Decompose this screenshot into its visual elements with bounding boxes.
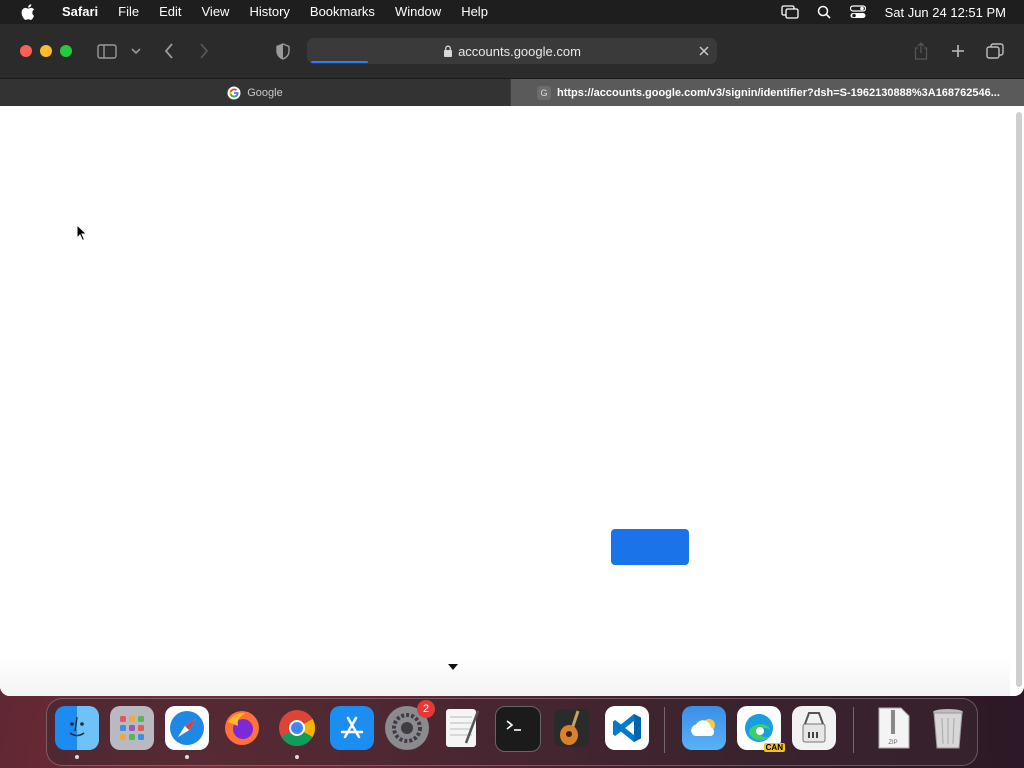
privacy-shield-icon[interactable]: [271, 39, 295, 63]
menu-clock[interactable]: Sat Jun 24 12:51 PM: [885, 5, 1006, 20]
dock-separator: [664, 707, 665, 753]
dock-separator: [853, 707, 854, 753]
minimize-window-button[interactable]: [40, 45, 52, 57]
dock-finder-icon[interactable]: [55, 706, 99, 759]
menu-view[interactable]: View: [192, 0, 240, 24]
tab-overview-icon[interactable]: [983, 39, 1007, 63]
dock-trash-icon[interactable]: [926, 706, 970, 750]
tab-favicon-placeholder: G: [537, 85, 551, 100]
web-page-content: [0, 106, 1024, 696]
running-indicator: [75, 755, 79, 759]
chevron-down-icon[interactable]: [124, 39, 148, 63]
dock-system-settings-icon[interactable]: 2: [385, 700, 435, 750]
lock-icon: [444, 45, 453, 57]
running-indicator: [185, 755, 189, 759]
dock-garageband-icon[interactable]: [550, 706, 594, 750]
menu-help[interactable]: Help: [451, 0, 498, 24]
menu-file[interactable]: File: [108, 0, 149, 24]
menu-bar: Safari File Edit View History Bookmarks …: [0, 0, 1024, 24]
running-indicator: [295, 755, 299, 759]
tab-bar: Google G https://accounts.google.com/v3/…: [0, 78, 1024, 106]
tab-google[interactable]: Google: [0, 79, 510, 106]
canary-tag: CAN: [763, 743, 785, 752]
tab-google-signin[interactable]: G https://accounts.google.com/v3/signin/…: [511, 79, 1024, 106]
dock: 2 CAN ZIP: [46, 698, 978, 766]
page-bottom-fade: [0, 656, 1010, 696]
dock-zip-file-icon[interactable]: ZIP: [871, 706, 915, 750]
dock-firefox-icon[interactable]: [220, 706, 264, 750]
browser-toolbar: accounts.google.com: [0, 24, 1024, 78]
dock-app-store-icon[interactable]: [330, 706, 374, 750]
close-window-button[interactable]: [20, 45, 32, 57]
menu-history[interactable]: History: [239, 0, 299, 24]
vertical-scrollbar[interactable]: [1016, 112, 1022, 687]
dock-vscode-icon[interactable]: [605, 706, 649, 750]
menu-bookmarks[interactable]: Bookmarks: [300, 0, 385, 24]
menu-edit[interactable]: Edit: [149, 0, 191, 24]
dock-safari-icon[interactable]: [165, 706, 209, 759]
share-icon[interactable]: [909, 39, 933, 63]
tab-title: https://accounts.google.com/v3/signin/id…: [557, 86, 1000, 99]
dock-icloud-icon[interactable]: [682, 706, 726, 750]
dock-terminal-icon[interactable]: [495, 706, 541, 752]
primary-action-button[interactable]: [611, 529, 689, 565]
menu-window[interactable]: Window: [385, 0, 451, 24]
dock-edge-canary-icon[interactable]: CAN: [737, 706, 785, 752]
spotlight-search-icon[interactable]: [815, 4, 833, 20]
back-arrow-icon[interactable]: [157, 39, 181, 63]
control-center-icon[interactable]: [849, 4, 867, 20]
dock-archive-utility-icon[interactable]: [792, 706, 836, 750]
zoom-window-button[interactable]: [60, 45, 72, 57]
tab-title: Google: [247, 86, 283, 99]
caret-down-icon[interactable]: [448, 664, 458, 670]
new-tab-plus-icon[interactable]: [946, 39, 970, 63]
stop-loading-icon[interactable]: [697, 44, 711, 58]
safari-window: accounts.google.com Google G https://acc…: [0, 24, 1024, 696]
notification-badge: 2: [417, 700, 435, 718]
sidebar-toggle-icon[interactable]: [95, 39, 119, 63]
forward-arrow-icon[interactable]: [192, 39, 216, 63]
address-bar-url: accounts.google.com: [458, 43, 581, 59]
google-favicon-icon: [227, 86, 241, 99]
address-bar[interactable]: accounts.google.com: [307, 38, 717, 64]
page-load-progress-bar: [311, 61, 369, 63]
dock-textedit-icon[interactable]: [440, 706, 484, 750]
screen-mirroring-icon[interactable]: [780, 4, 799, 20]
dock-chrome-icon[interactable]: [275, 706, 319, 759]
apple-icon[interactable]: [18, 2, 38, 22]
menu-app-name[interactable]: Safari: [52, 0, 108, 24]
mouse-pointer-icon: [76, 224, 88, 242]
dock-launchpad-icon[interactable]: [110, 706, 154, 750]
svg-text:ZIP: ZIP: [888, 740, 897, 746]
